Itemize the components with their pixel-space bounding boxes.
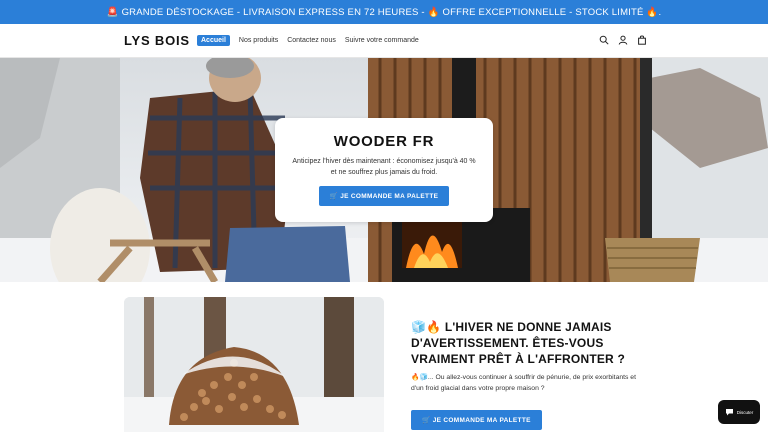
chat-label: Discuter — [736, 409, 754, 415]
nav-item-nos-produits[interactable]: Nos produits — [239, 35, 278, 46]
chat-bubble-icon — [725, 408, 734, 417]
announcement-text: 🚨 GRANDE DÉSTOCKAGE - LIVRAISON EXPRESS … — [106, 6, 662, 18]
chat-button[interactable]: Discuter — [718, 400, 760, 424]
nav-item-suivre-commande[interactable]: Suivre votre commande — [345, 35, 419, 46]
hero-card: WOODER FR Anticipez l'hiver dès maintena… — [275, 118, 493, 222]
site-header: LYS BOIS Accueil Nos produits Contactez … — [0, 24, 768, 58]
hero-order-button[interactable]: 🛒 JE COMMANDE MA PALETTE — [319, 186, 449, 207]
hero-title: WOODER FR — [333, 133, 435, 150]
firewood-image — [124, 297, 384, 432]
main-nav: Accueil Nos produits Contactez nous Suiv… — [197, 35, 419, 46]
header-icons — [599, 35, 647, 45]
section-order-button[interactable]: 🛒 JE COMMANDE MA PALETTE — [411, 410, 542, 430]
nav-item-contactez-nous[interactable]: Contactez nous — [287, 35, 336, 46]
announcement-bar: 🚨 GRANDE DÉSTOCKAGE - LIVRAISON EXPRESS … — [0, 0, 768, 24]
search-icon[interactable] — [599, 35, 609, 45]
section-title: 🧊🔥 L'HIVER NE DONNE JAMAIS D'AVERTISSEME… — [411, 320, 625, 366]
section-text: 🔥🧊... Ou allez-vous continuer à souffrir… — [411, 374, 636, 392]
account-icon[interactable] — [618, 35, 628, 45]
cart-icon[interactable] — [637, 35, 647, 45]
hero-text: Anticipez l'hiver dès maintenant : écono… — [292, 158, 476, 177]
nav-item-accueil[interactable]: Accueil — [197, 35, 230, 46]
site-logo[interactable]: LYS BOIS — [124, 33, 190, 48]
hero-banner: WOODER FR Anticipez l'hiver dès maintena… — [0, 58, 768, 282]
